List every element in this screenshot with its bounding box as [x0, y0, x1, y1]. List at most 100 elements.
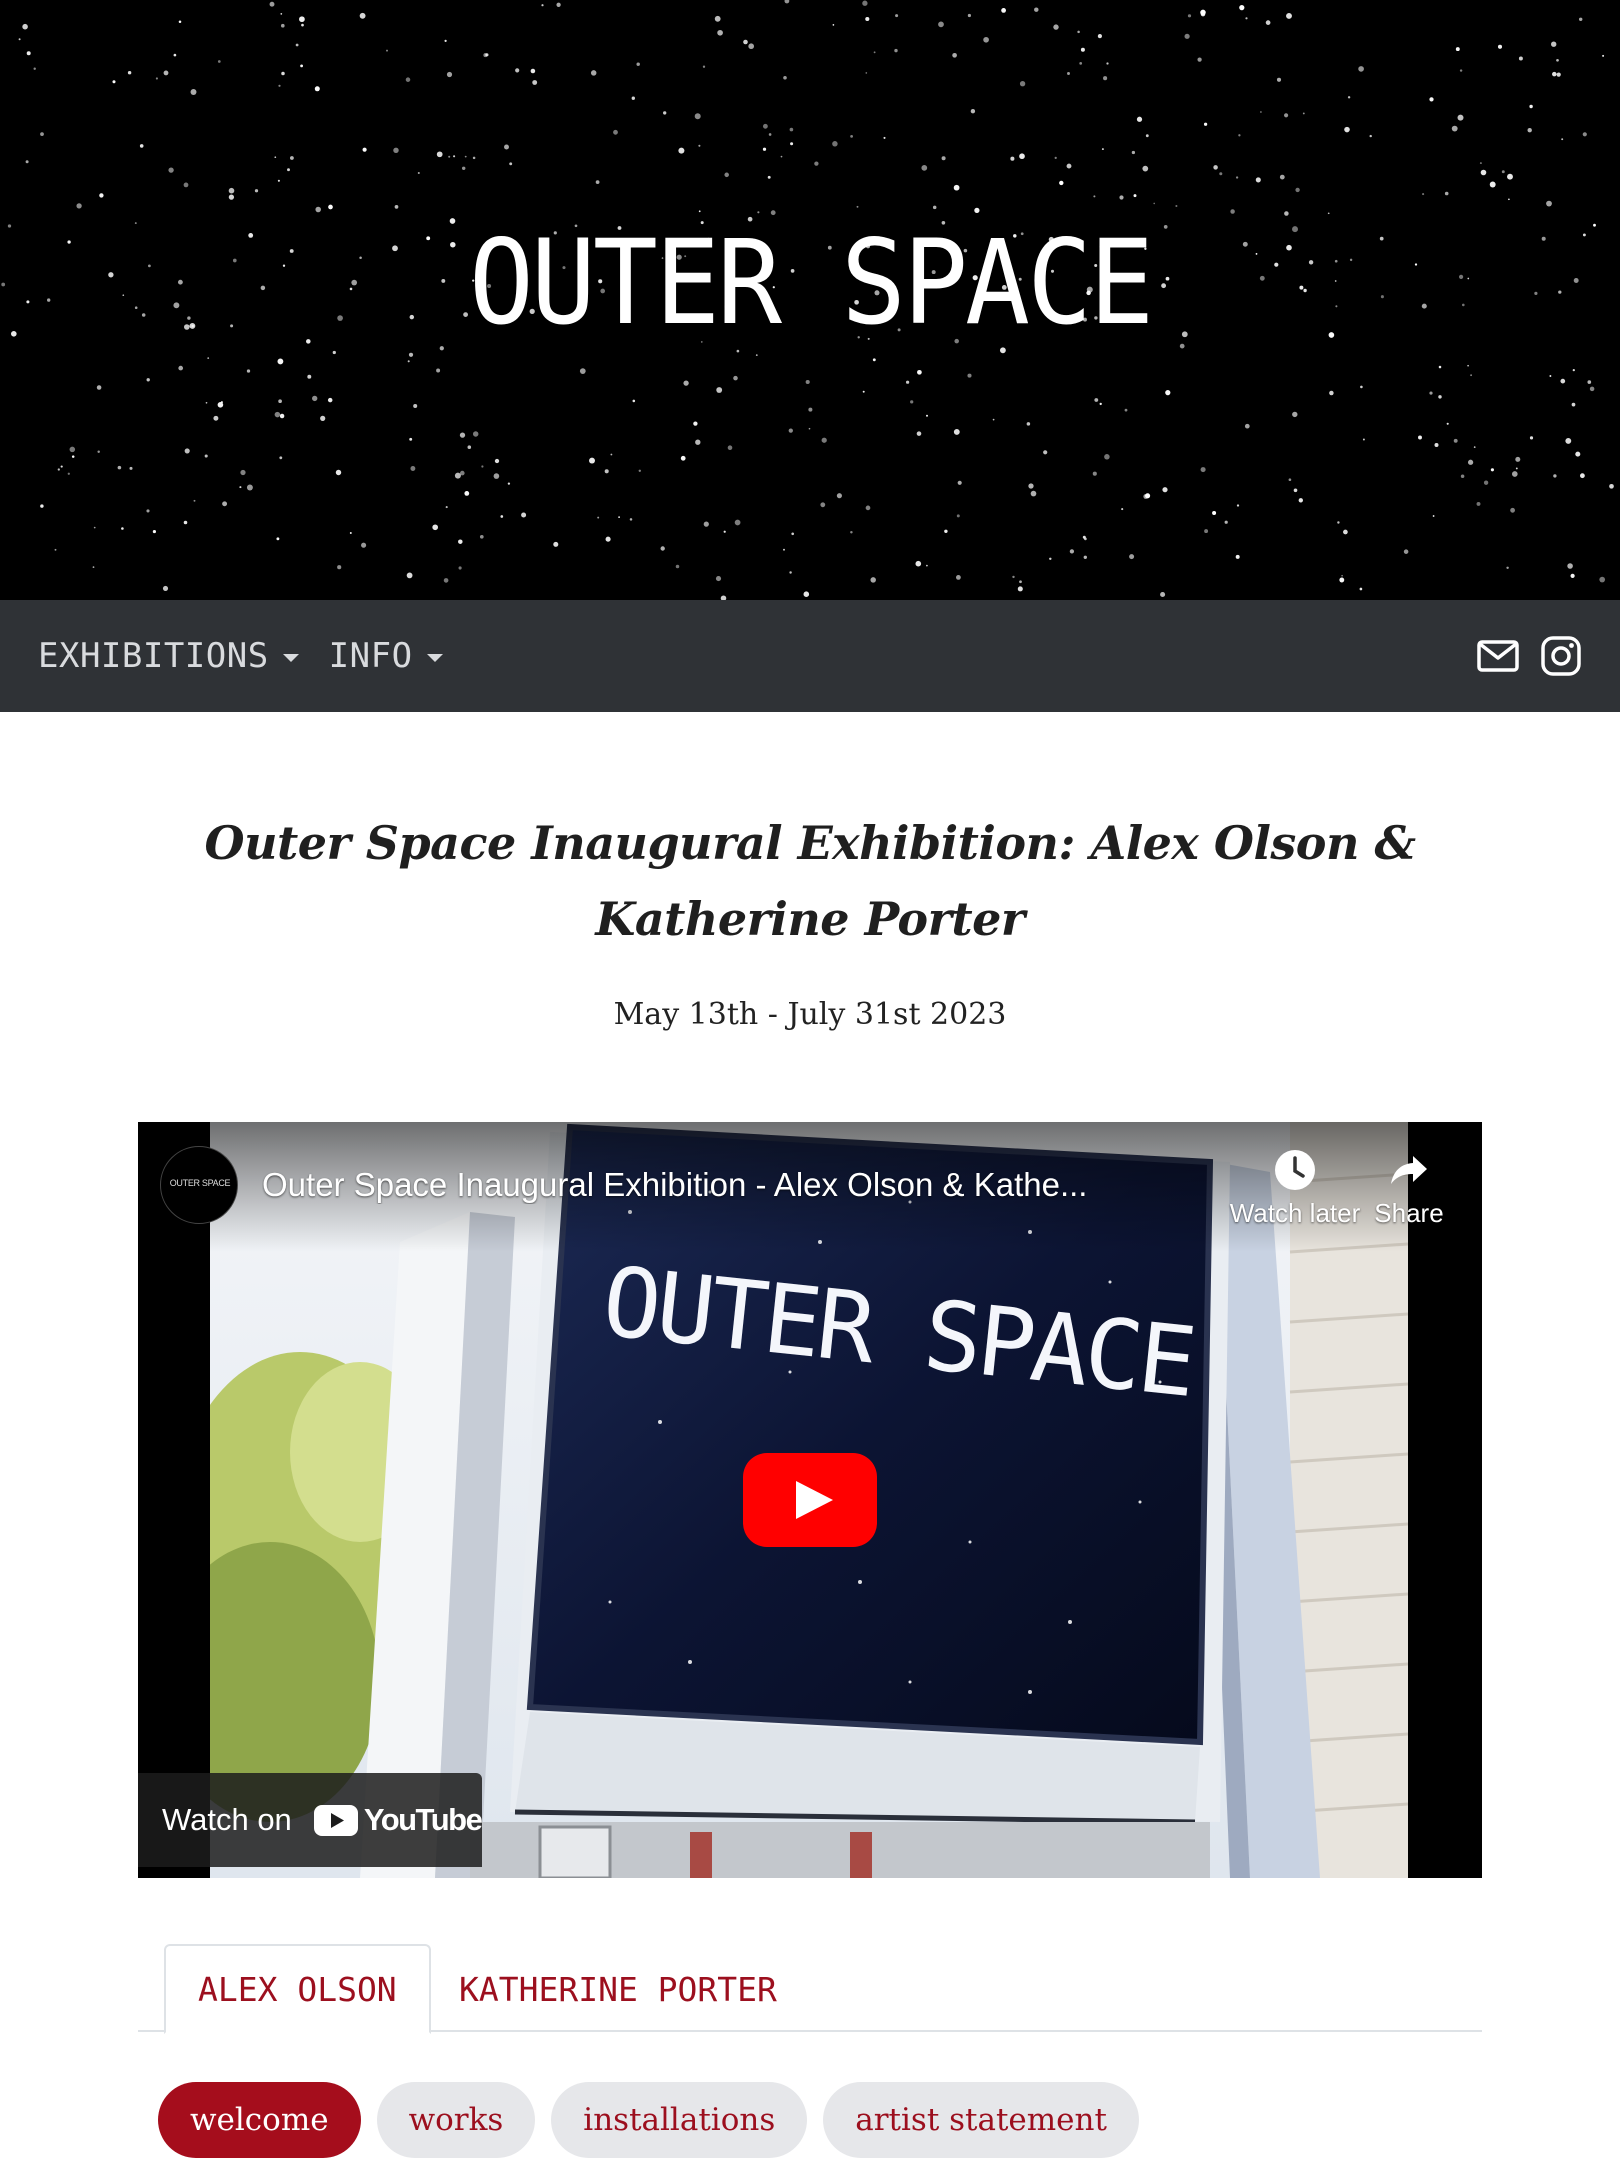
star — [129, 466, 133, 470]
pill-welcome[interactable]: welcome — [158, 2082, 361, 2158]
pill-installations[interactable]: installations — [551, 2082, 808, 2158]
main-content: Outer Space Inaugural Exhibition: Alex O… — [138, 712, 1482, 2158]
tab-alex-olson[interactable]: ALEX OLSON — [164, 1944, 431, 2034]
star — [220, 401, 223, 404]
star — [1224, 520, 1228, 524]
star — [254, 189, 259, 193]
star — [926, 414, 928, 417]
star — [25, 160, 29, 164]
star — [590, 70, 597, 76]
share-button[interactable]: Share — [1334, 1148, 1482, 1229]
star — [631, 96, 635, 100]
star — [1230, 209, 1235, 214]
star — [1059, 180, 1064, 186]
star — [784, 0, 790, 4]
pill-works[interactable]: works — [376, 2082, 536, 2158]
star — [1260, 111, 1262, 113]
star — [301, 23, 304, 27]
youtube-video-embed[interactable]: OUTER SPACE OUTER SPACE Outer Space Inau… — [138, 1122, 1482, 1878]
mail-icon[interactable] — [1476, 638, 1520, 674]
star — [1131, 150, 1136, 155]
star — [121, 527, 124, 530]
star — [278, 84, 281, 87]
star — [57, 468, 60, 471]
star — [314, 86, 320, 92]
star — [1097, 34, 1102, 39]
star — [1101, 148, 1104, 151]
star — [1518, 56, 1523, 61]
star — [279, 413, 285, 419]
star — [1133, 194, 1137, 198]
star — [872, 358, 876, 362]
nav-exhibitions-dropdown[interactable]: EXHIBITIONS — [38, 636, 299, 676]
star — [1455, 47, 1460, 52]
star — [467, 445, 472, 449]
star — [1019, 580, 1022, 584]
star — [1339, 577, 1345, 583]
star — [530, 68, 536, 74]
star — [1444, 191, 1449, 196]
star — [472, 431, 479, 437]
star — [240, 469, 246, 476]
play-button-icon[interactable] — [743, 1453, 877, 1547]
star — [320, 415, 326, 421]
star — [1265, 20, 1271, 25]
star — [850, 531, 853, 534]
star — [1200, 11, 1206, 17]
star — [1288, 478, 1292, 482]
star — [1551, 41, 1557, 47]
star — [139, 144, 144, 148]
star — [1343, 529, 1348, 535]
star — [1565, 437, 1572, 444]
star — [1422, 193, 1425, 196]
caret-down-icon — [282, 654, 299, 662]
star — [1467, 364, 1469, 367]
star — [1511, 471, 1518, 477]
star — [821, 437, 827, 443]
star — [1341, 574, 1343, 577]
star — [1295, 187, 1300, 193]
star — [762, 147, 767, 151]
star — [22, 23, 28, 30]
site-title[interactable]: OUTER SPACE — [0, 225, 1620, 343]
star — [127, 70, 132, 75]
star — [1470, 374, 1472, 377]
star — [168, 167, 174, 173]
nav-info-label: INFO — [328, 636, 413, 676]
star — [1067, 72, 1070, 75]
star — [278, 399, 282, 404]
star — [1079, 62, 1083, 65]
video-title[interactable]: Outer Space Inaugural Exhibition - Alex … — [262, 1166, 1122, 1204]
star — [1236, 504, 1240, 507]
star — [327, 397, 333, 403]
star — [290, 156, 294, 160]
star — [454, 472, 461, 479]
star — [1054, 156, 1057, 160]
star — [1490, 468, 1494, 472]
star — [162, 585, 169, 591]
star — [803, 591, 810, 597]
pill-artist-statement[interactable]: artist statement — [823, 2082, 1139, 2158]
star — [481, 465, 484, 468]
share-label: Share — [1374, 1198, 1444, 1228]
star — [436, 151, 443, 158]
star — [445, 506, 448, 509]
instagram-icon[interactable] — [1540, 635, 1582, 677]
watch-on-youtube-button[interactable]: Watch on YouTube — [138, 1773, 483, 1867]
star — [1187, 14, 1192, 18]
exhibition-title: Outer Space Inaugural Exhibition: Alex O… — [204, 816, 1416, 946]
star — [1053, 24, 1059, 30]
tab-katherine-porter[interactable]: KATHERINE PORTER — [427, 1944, 809, 2034]
nav-info-dropdown[interactable]: INFO — [329, 636, 443, 676]
star — [1599, 576, 1606, 583]
star — [1344, 126, 1350, 133]
star — [734, 519, 741, 526]
star — [146, 378, 150, 382]
star — [791, 532, 795, 536]
star — [910, 400, 914, 404]
channel-avatar[interactable]: OUTER SPACE — [160, 1146, 238, 1224]
star — [636, 62, 640, 66]
star — [589, 457, 595, 464]
star — [112, 80, 116, 84]
star — [1602, 54, 1605, 57]
